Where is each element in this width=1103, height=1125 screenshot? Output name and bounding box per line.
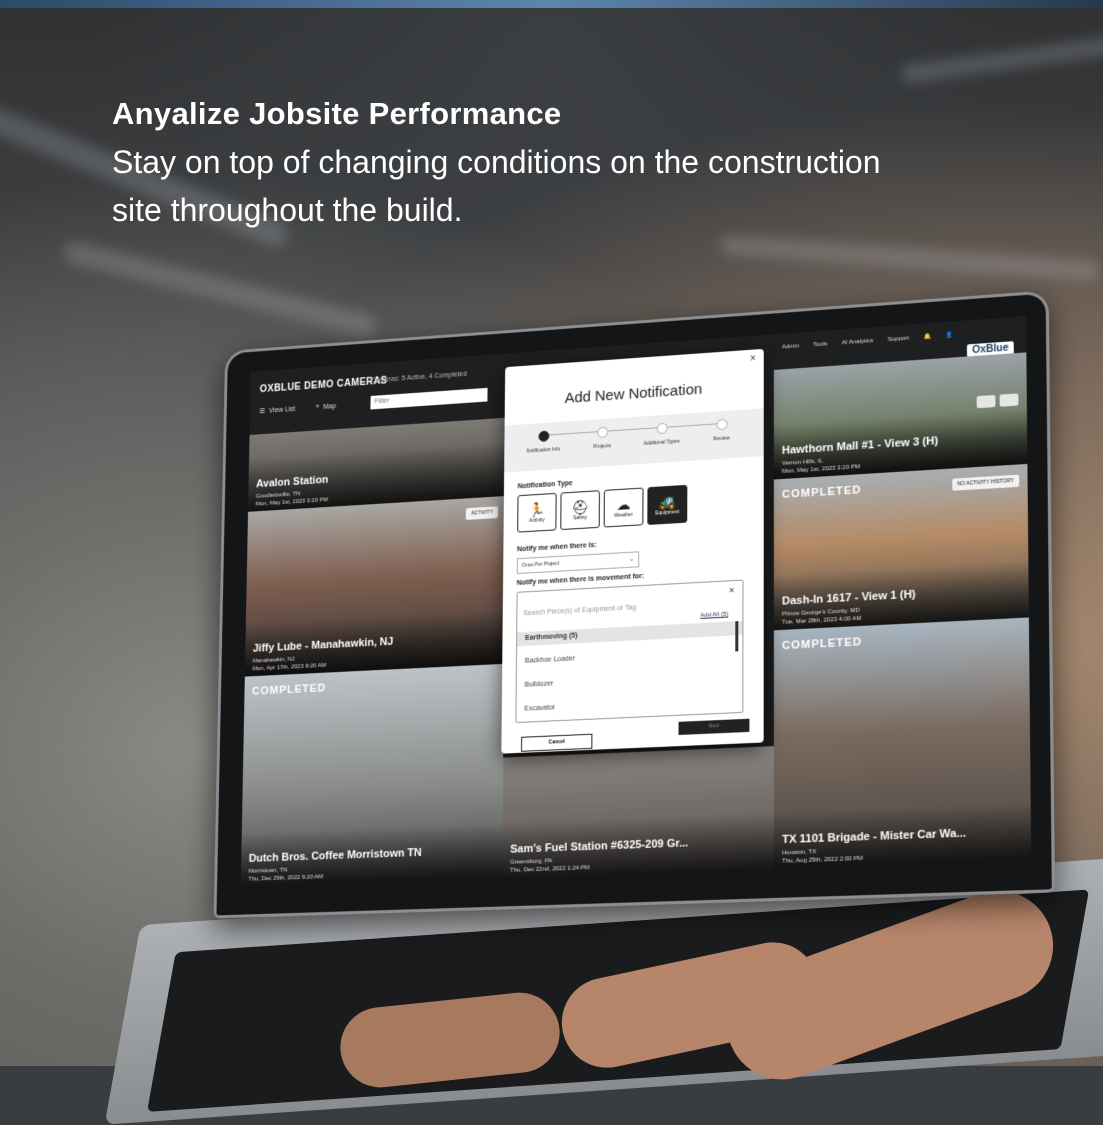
- notification-type-label: Notification Type: [517, 480, 573, 491]
- type-safety-button[interactable]: ⛑ Safety: [560, 490, 600, 531]
- step-dot: [596, 426, 608, 439]
- bell-icon[interactable]: 🔔: [924, 333, 932, 341]
- next-button[interactable]: Next: [678, 718, 750, 735]
- list-item[interactable]: Bulldozer: [525, 680, 554, 688]
- laptop-screen: OXBLUE DEMO CAMERAS Cameras: 5 Active, 4…: [240, 316, 1032, 886]
- step-2: Projects: [573, 425, 632, 451]
- timelapse-icon[interactable]: [976, 394, 996, 409]
- step-label: Review: [713, 435, 730, 443]
- type-equipment-button[interactable]: 🚜 Equipment: [647, 484, 688, 525]
- type-activity-button[interactable]: 🏃 Activity: [517, 492, 557, 533]
- completed-label: COMPLETED: [251, 682, 327, 698]
- completed-label: COMPLETED: [782, 636, 863, 653]
- close-icon[interactable]: ×: [750, 353, 756, 364]
- step-label: Projects: [593, 443, 612, 451]
- type-label: Weather: [614, 511, 633, 519]
- cloud-icon: ☁: [616, 496, 631, 513]
- step-dot: [715, 418, 728, 431]
- step-dot: [538, 430, 549, 442]
- camera-tile[interactable]: ACTIVITY Jiffy Lube - Manahawkin, NJ Man…: [244, 495, 506, 677]
- add-all-link[interactable]: Add All (5): [700, 612, 728, 619]
- no-activity-badge: NO ACTIVITY HISTORY: [951, 474, 1020, 491]
- list-icon: ☰: [259, 408, 266, 416]
- headline-title: Anyalize Jobsite Performance: [112, 96, 562, 131]
- step-label: Notification Info: [526, 446, 561, 455]
- cancel-button[interactable]: Cancel: [521, 733, 593, 752]
- step-3: Additional Types: [632, 421, 692, 448]
- user-icon[interactable]: 👤: [946, 331, 954, 339]
- forklift-icon: 🚜: [658, 493, 677, 511]
- camera-count: Cameras: 5 Active, 4 Completed: [370, 370, 467, 385]
- list-item[interactable]: Excavator: [524, 704, 555, 712]
- bg-streak: [900, 29, 1103, 85]
- nav-admin[interactable]: Admin: [782, 343, 799, 350]
- step-label: Additional Types: [643, 438, 680, 447]
- app-nav: Admin Tools AI Analytics Support 🔔 👤: [782, 331, 954, 350]
- list-item[interactable]: Backhoe Loader: [525, 655, 575, 664]
- equipment-search-panel: × Search Piece(s) of Equipment or Tag Ad…: [515, 579, 744, 724]
- nav-support[interactable]: Support: [888, 335, 910, 343]
- nav-tools[interactable]: Tools: [813, 341, 827, 348]
- type-label: Safety: [573, 514, 588, 522]
- camera-icon[interactable]: [999, 393, 1019, 407]
- group-header[interactable]: Earthmoving (5): [517, 620, 743, 647]
- activity-badge: ACTIVITY: [466, 506, 498, 520]
- running-person-icon: 🏃: [528, 501, 546, 519]
- nav-ai-analytics[interactable]: AI Analytics: [842, 338, 874, 346]
- type-weather-button[interactable]: ☁ Weather: [603, 487, 644, 528]
- headline-subtitle: Stay on top of changing conditions on th…: [112, 144, 881, 228]
- view-list-button[interactable]: ☰ View List: [259, 405, 296, 416]
- frequency-select[interactable]: Once Per Project ⌄: [516, 551, 640, 575]
- notification-type-row: 🏃 Activity ⛑ Safety ☁ Weather 🚜 Equipment: [517, 484, 688, 533]
- notify-when-label: Notify me when there is:: [516, 541, 597, 554]
- equipment-search-input[interactable]: Search Piece(s) of Equipment or Tag: [523, 604, 636, 617]
- add-notification-modal: × Add New Notification Notification Info…: [501, 348, 764, 754]
- bg-streak: [62, 239, 378, 339]
- camera-tile[interactable]: Sam's Fuel Station #6325-209 Gr... Green…: [502, 746, 774, 879]
- completed-label: COMPLETED: [781, 484, 862, 502]
- camera-tile[interactable]: COMPLETED Dutch Bros. Coffee Morristown …: [240, 663, 505, 886]
- map-button[interactable]: ⌖ Map: [316, 402, 336, 411]
- headline: Anyalize Jobsite Performance Stay on top…: [112, 96, 912, 234]
- app-title: OXBLUE DEMO CAMERAS: [259, 375, 388, 396]
- bg-streak: [719, 234, 1101, 282]
- step-dot: [656, 422, 668, 435]
- top-strip: [0, 0, 1103, 8]
- camera-tile[interactable]: COMPLETED TX 1101 Brigade - Mister Car W…: [773, 617, 1032, 870]
- chevron-down-icon: ⌄: [629, 556, 635, 563]
- laptop-lid: OXBLUE DEMO CAMERAS Cameras: 5 Active, 4…: [213, 290, 1056, 919]
- map-label: Map: [323, 402, 337, 411]
- map-icon: ⌖: [315, 403, 320, 411]
- scrollbar[interactable]: [735, 621, 739, 652]
- step-1: Notification Info: [514, 429, 573, 455]
- filter-input[interactable]: Filter: [370, 387, 488, 410]
- clear-icon[interactable]: ×: [729, 585, 734, 595]
- camera-tile[interactable]: COMPLETED NO ACTIVITY HISTORY Dash-In 16…: [773, 463, 1029, 631]
- tile-location: Houston, TX: [782, 849, 817, 857]
- camera-tile[interactable]: Hawthorn Mall #1 - View 3 (H) Vernon Hil…: [773, 352, 1028, 480]
- modal-title: Add New Notification: [564, 380, 703, 407]
- frequency-value: Once Per Project: [521, 560, 560, 569]
- movement-label: Notify me when there is movement for:: [516, 572, 645, 587]
- step-4: Review: [691, 417, 751, 444]
- type-label: Equipment: [655, 509, 680, 517]
- stepper: Notification Info Projects Additional Ty…: [504, 408, 764, 473]
- worker-icon: ⛑: [571, 498, 589, 516]
- view-list-label: View List: [268, 405, 296, 415]
- type-label: Activity: [529, 517, 545, 525]
